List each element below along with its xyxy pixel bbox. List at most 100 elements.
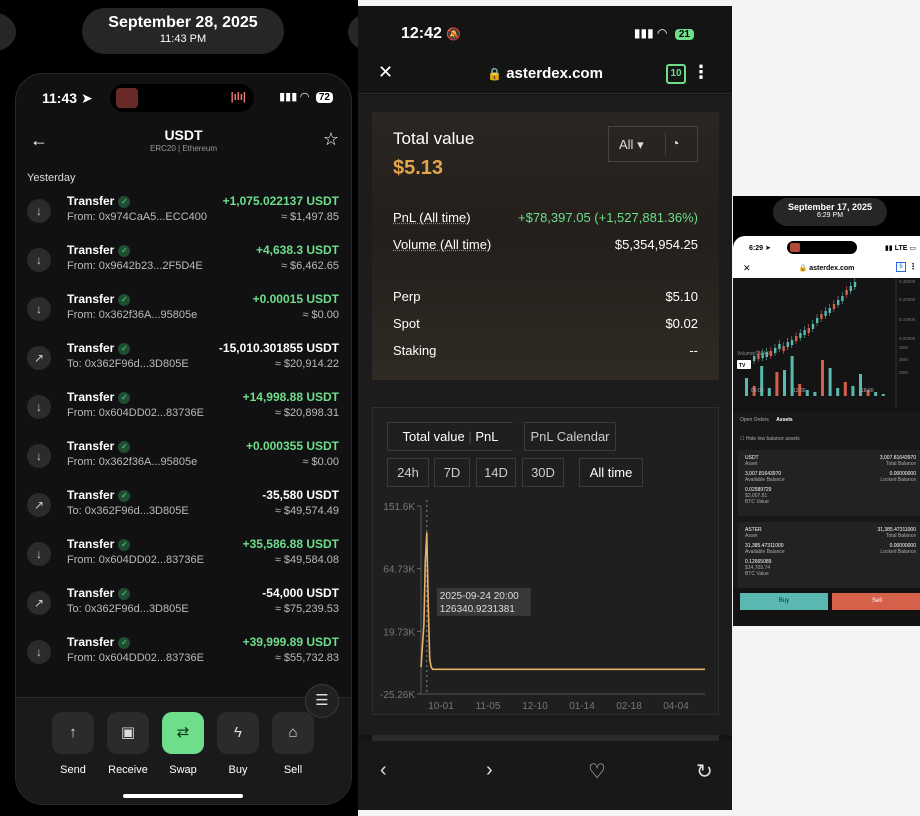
tab-assets[interactable]: Assets [776,417,792,423]
hide-low-balance-toggle[interactable]: ☐ Hide low balance assets [740,436,800,442]
y-tick-label: -25.26K [380,690,415,701]
candle-body [795,336,798,341]
y-tick-label: 151.6K [383,502,415,513]
price-chart: Volume SMA 9 TV 0.30000 0.20000 0.10000 0.000… [733,278,920,408]
browser-nav-bar: ‹ › ♡ ↻ [358,741,732,810]
asset-locked-label: Locked Balance [880,549,916,555]
transaction-address: From: 0x9642b23...2F5D4E [67,260,203,272]
transaction-usd: ≈ $20,898.31 [274,407,339,419]
time-text: 6:29 PM [816,212,844,219]
check-badge-icon: ✓ [118,637,131,649]
price-tick-label: 0.00000 [899,336,916,341]
price-tick-label: 0.20000 [899,297,916,302]
x-tick-label: 12-10 [522,701,548,712]
transaction-address: To: 0x362F96d...3D805E [67,505,189,517]
check-badge-icon: ✓ [118,539,131,551]
transaction-row[interactable]: ↓ Transfer ✓ From: 0x604DD02...83736E +35,58… [16,535,351,584]
candlestick-chart: Volume SMA 9 TV 0.30000 0.20000 0.10000 0.000… [737,278,916,408]
location-icon: ➤ [764,245,771,252]
asterdex-screenshot: 12:42 🔕 ▮▮▮ ◠ 21 ✕ 🔒 asterdex.com 10 ⋮ T… [358,6,732,810]
tab-count-button[interactable]: 10 [666,64,686,84]
transaction-usd: ≈ $20,914.22 [274,358,339,370]
signal-icon: ▮▮ [885,245,893,252]
buy-button[interactable]: ϟ Buy [213,712,263,776]
transaction-row[interactable]: ↗ Transfer ✓ To: 0x362F96d...3D805E -54,000 … [16,584,351,633]
tab-count-button[interactable]: 6 [896,262,906,272]
candle-body [828,308,831,313]
more-vertical-icon[interactable]: ⋮ [909,262,917,271]
asset-total-label: Total Balance [885,461,916,467]
location-icon: ➤ [80,90,93,106]
period-filter[interactable]: All ▾ ◔ [608,126,698,162]
candle-body [845,290,848,295]
date-pill: September 17, 2025 6:29 PM [773,198,887,226]
asset-sub: Asset [745,461,758,467]
volume-bar [745,378,748,396]
volume-sma-label: Volume SMA 9 [737,351,770,357]
price-tick-label: 35M [899,345,908,350]
asset-card-usdt: USDT Asset 3,007.81643970 Total Balance 3,00… [738,450,920,516]
volume-bar [828,368,832,396]
transaction-type: Transfer ✓ [67,390,131,404]
back-chevron-icon[interactable]: ‹ [380,759,387,782]
sell-button[interactable]: Sell [832,593,920,610]
y-tick-label: 64.73K [383,565,415,576]
transaction-amount: +35,586.88 USDT [242,537,339,551]
sell-button[interactable]: ⌂ Sell [268,712,318,776]
period-select[interactable]: All ▾ [619,137,644,153]
buy-button[interactable]: Buy [740,593,828,610]
right-edge-blob [348,12,358,52]
candle-body [849,286,852,291]
candle-body [782,346,785,351]
caret-down-icon: ▾ [637,137,644,152]
candle-body [853,282,857,287]
candle-body [811,324,815,329]
staking-value: -- [689,343,698,358]
checkbox-icon: ☐ [740,436,745,442]
token-network: ERC20 | Ethereum [150,144,217,153]
transaction-usd: ≈ $0.00 [302,309,339,321]
receive-button[interactable]: ▣ Receive [103,712,153,776]
date-text: September 17, 2025 [787,202,873,212]
total-value-amount: $5.13 [393,157,444,179]
transaction-row[interactable]: ↓ Transfer ✓ From: 0x362f36A...95805e +0.000… [16,437,351,486]
arrow-down-icon: ↓ [27,297,51,321]
arrow-up-right-icon: ↗ [27,591,51,615]
asset-locked-label: Locked Balance [880,477,916,483]
check-badge-icon: ✓ [118,294,131,306]
transaction-row[interactable]: ↗ Transfer ✓ To: 0x362F96d...3D805E -35,580 … [16,486,351,535]
transaction-address: From: 0x604DD02...83736E [67,407,204,419]
transaction-row[interactable]: ↓ Transfer ✓ From: 0x362f36A...95805e +0.000… [16,290,351,339]
more-vertical-icon[interactable]: ⋮ [692,62,710,83]
reload-icon[interactable]: ↻ [696,759,713,784]
transaction-row[interactable]: ↓ Transfer ✓ From: 0x974CaA5...ECC400 +1,075… [16,192,351,241]
transaction-amount: +4,638.3 USDT [255,243,339,257]
candle-body [837,300,840,305]
battery-icon: 72 [315,92,333,103]
status-right: ▮▮▮ ◠ 72 [279,90,333,103]
date-text: September 28, 2025 [108,14,258,31]
transaction-row[interactable]: ↓ Transfer ✓ From: 0x9642b23...2F5D4E +4,638… [16,241,351,290]
transaction-usd: ≈ $49,584.08 [274,554,339,566]
tab-open-orders[interactable]: Open Orders [740,417,769,423]
time-tick-label: 18:00 [861,388,874,394]
favorite-star-icon[interactable]: ☆ [323,129,339,150]
pie-chart-icon[interactable]: ◔ [671,135,679,151]
browser-url-bar: ✕ 🔒 asterdex.com 10 ⋮ [358,54,732,94]
forward-chevron-icon[interactable]: › [486,759,493,782]
transaction-row[interactable]: ↓ Transfer ✓ From: 0x604DD02...83736E +14,99… [16,388,351,437]
swap-button[interactable]: ⇄ Swap [158,712,208,776]
url-text[interactable]: 🔒 asterdex.com [733,264,920,272]
send-button[interactable]: ↑ Send [48,712,98,776]
home-indicator [123,794,243,798]
transaction-row[interactable]: ↗ Transfer ✓ To: 0x362F96d...3D805E -15,010.… [16,339,351,388]
volume-label: Volume (All time) [393,237,492,252]
volume-bar [851,386,855,396]
candle-body [803,330,806,335]
wifi-icon: ◠ [657,26,668,40]
asterdex-small-screenshot: September 17, 2025 6:29 PM 6:29 ➤ ▮▮ LTE… [733,196,920,626]
wifi-icon: ◠ [300,91,309,103]
battery-icon: ▭ [909,245,916,252]
transaction-row[interactable]: ↓ Transfer ✓ From: 0x604DD02...83736E +39,99… [16,633,351,682]
heart-icon[interactable]: ♡ [588,759,606,784]
